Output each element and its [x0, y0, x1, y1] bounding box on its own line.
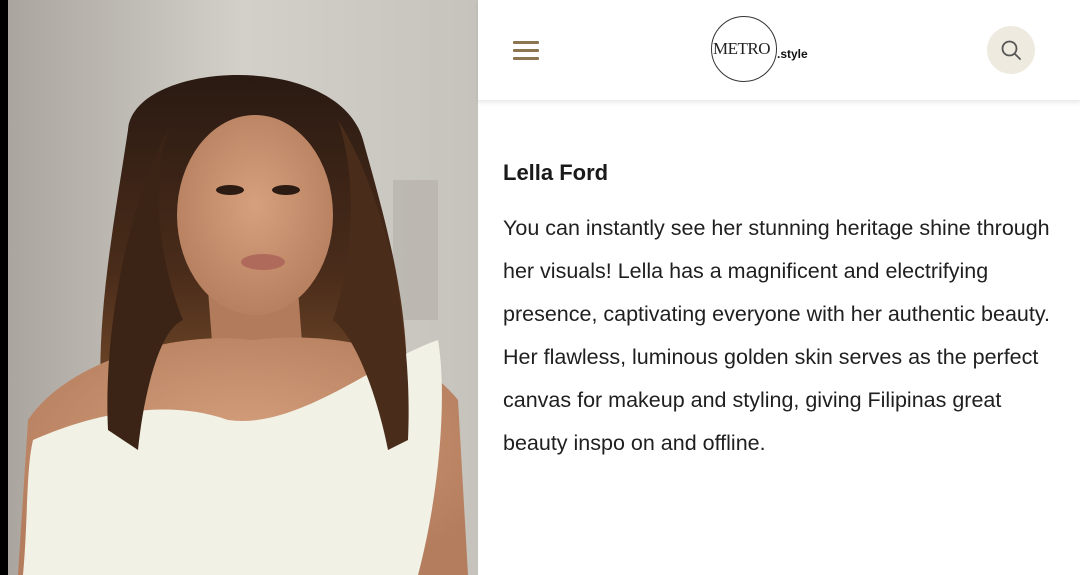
logo-metro-text: METRO — [713, 39, 771, 58]
profile-name-heading: Lella Ford — [503, 160, 609, 185]
portrait-photo — [8, 0, 478, 575]
search-icon — [1001, 40, 1021, 60]
top-navigation-bar: METRO .style — [478, 0, 1080, 101]
article-body-text: You can instantly see her stunning herit… — [503, 216, 1050, 455]
article-panel: METRO .style Lella Ford You can instantl… — [478, 0, 1080, 575]
article-content: Lella Ford You can instantly see her stu… — [503, 157, 1063, 465]
metro-style-logo[interactable]: METRO .style — [709, 16, 829, 86]
hamburger-menu-icon[interactable] — [511, 38, 541, 62]
search-button[interactable] — [987, 26, 1035, 74]
logo-style-text: .style — [777, 47, 808, 61]
